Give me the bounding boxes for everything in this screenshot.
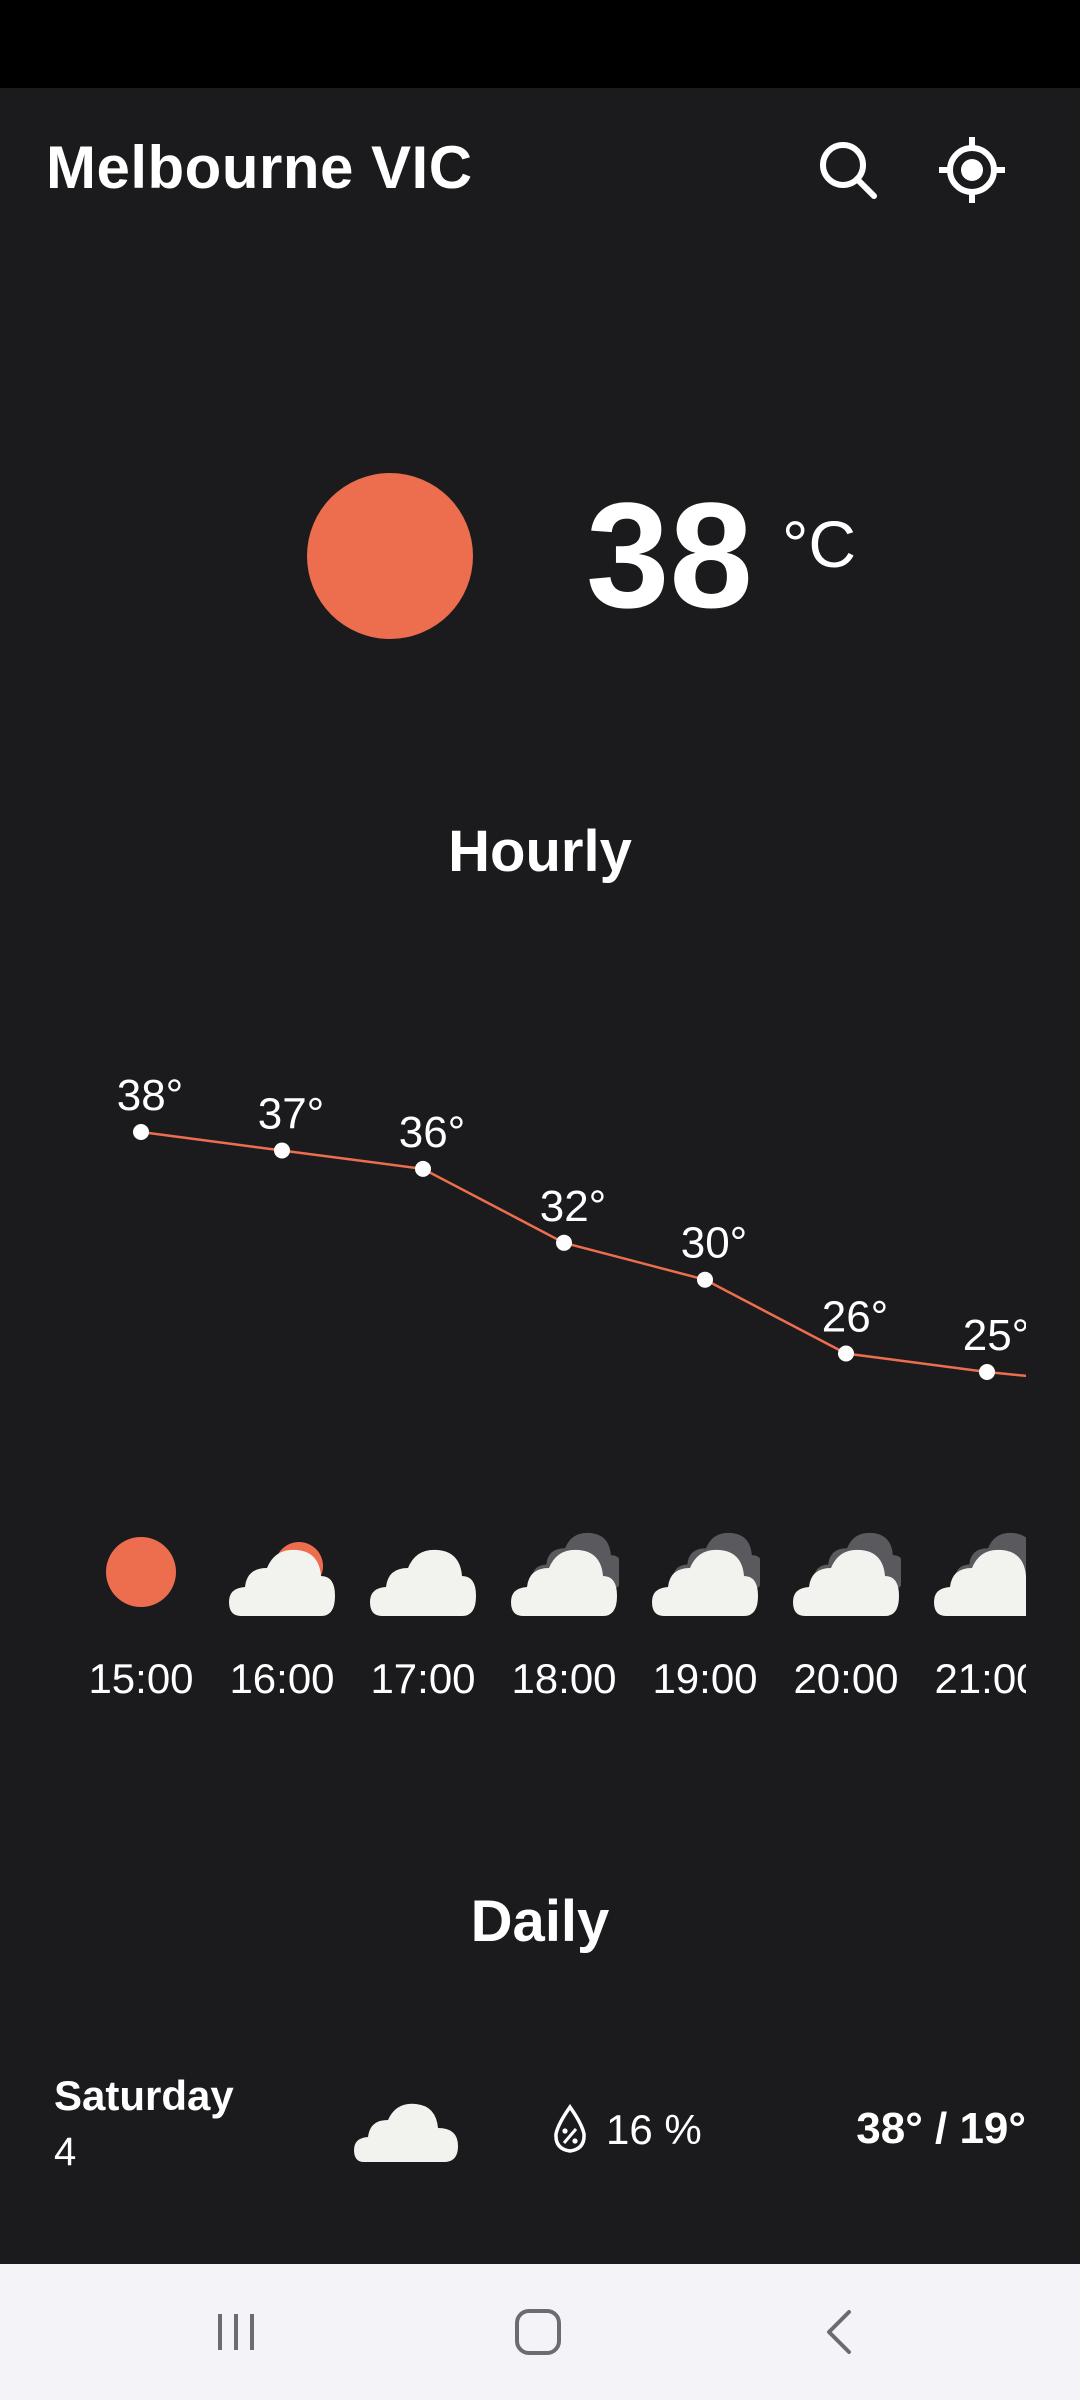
- sun-icon: [307, 473, 473, 639]
- temperature-point: [697, 1272, 713, 1288]
- precipitation-icon: [554, 2104, 586, 2153]
- home-icon[interactable]: [478, 2264, 598, 2400]
- hour-time: 15:00: [88, 1655, 194, 1702]
- temperature-point: [979, 1364, 995, 1380]
- temperature-point: [556, 1235, 572, 1251]
- search-icon[interactable]: [808, 130, 888, 210]
- temperature-point: [838, 1346, 854, 1362]
- temperature-point: [274, 1143, 290, 1159]
- hour-time: 20:00: [793, 1655, 899, 1702]
- cloud-icon: [370, 1549, 476, 1616]
- sun-icon: [106, 1537, 176, 1607]
- hourly-times: 15:00 16:00 17:00 18:00 19:00 20:00 21:00: [0, 1655, 1026, 1715]
- location-title: Melbourne VIC: [46, 134, 473, 201]
- temperature-point: [415, 1161, 431, 1177]
- hour-time: 21:00: [934, 1655, 1026, 1702]
- cloudy-icon: [793, 1532, 901, 1616]
- temperature-label: 32°: [540, 1182, 607, 1231]
- temperature-range: 38° / 19°: [856, 2104, 1026, 2153]
- temperature-label: 26°: [822, 1293, 889, 1342]
- cloudy-icon: [511, 1532, 619, 1616]
- hourly-icons: [0, 1530, 1026, 1640]
- temperature-label: 37°: [258, 1090, 325, 1139]
- temperature-point: [133, 1124, 149, 1140]
- daily-title: Daily: [470, 1889, 610, 1954]
- cloud-icon: [354, 2103, 458, 2162]
- hour-time: 16:00: [229, 1655, 335, 1702]
- hourly-title: Hourly: [448, 819, 632, 884]
- temperature-line: [141, 1132, 1027, 1376]
- my-location-icon[interactable]: [932, 130, 1012, 210]
- hour-time: 19:00: [652, 1655, 758, 1702]
- precipitation-chance: 16 %: [606, 2106, 702, 2153]
- status-bar: [0, 0, 1080, 88]
- recents-icon[interactable]: [176, 2264, 296, 2400]
- hour-time: 17:00: [370, 1655, 476, 1702]
- back-icon[interactable]: [780, 2264, 900, 2400]
- navigation-bar: [0, 2264, 1080, 2400]
- temperature-unit: °C: [782, 507, 857, 581]
- hourly-temperature-chart: 38° 37° 36° 32° 30° 26° 25°: [0, 1000, 1080, 1420]
- day-date: 4: [54, 2130, 77, 2174]
- temperature-label: 30°: [681, 1219, 748, 1268]
- hour-time: 18:00: [511, 1655, 617, 1702]
- cloud-sun-icon: [229, 1542, 335, 1616]
- cloudy-icon: [934, 1532, 1026, 1616]
- temperature-label: 36°: [399, 1108, 466, 1157]
- cloudy-icon: [652, 1532, 760, 1616]
- temperature-label: 25°: [963, 1311, 1030, 1360]
- current-temperature: 38: [586, 471, 753, 639]
- day-name: Saturday: [54, 2072, 234, 2119]
- temperature-label: 38°: [117, 1071, 184, 1120]
- daily-row-saturday[interactable]: Saturday 4 16 % 38° / 19°: [0, 2060, 1080, 2200]
